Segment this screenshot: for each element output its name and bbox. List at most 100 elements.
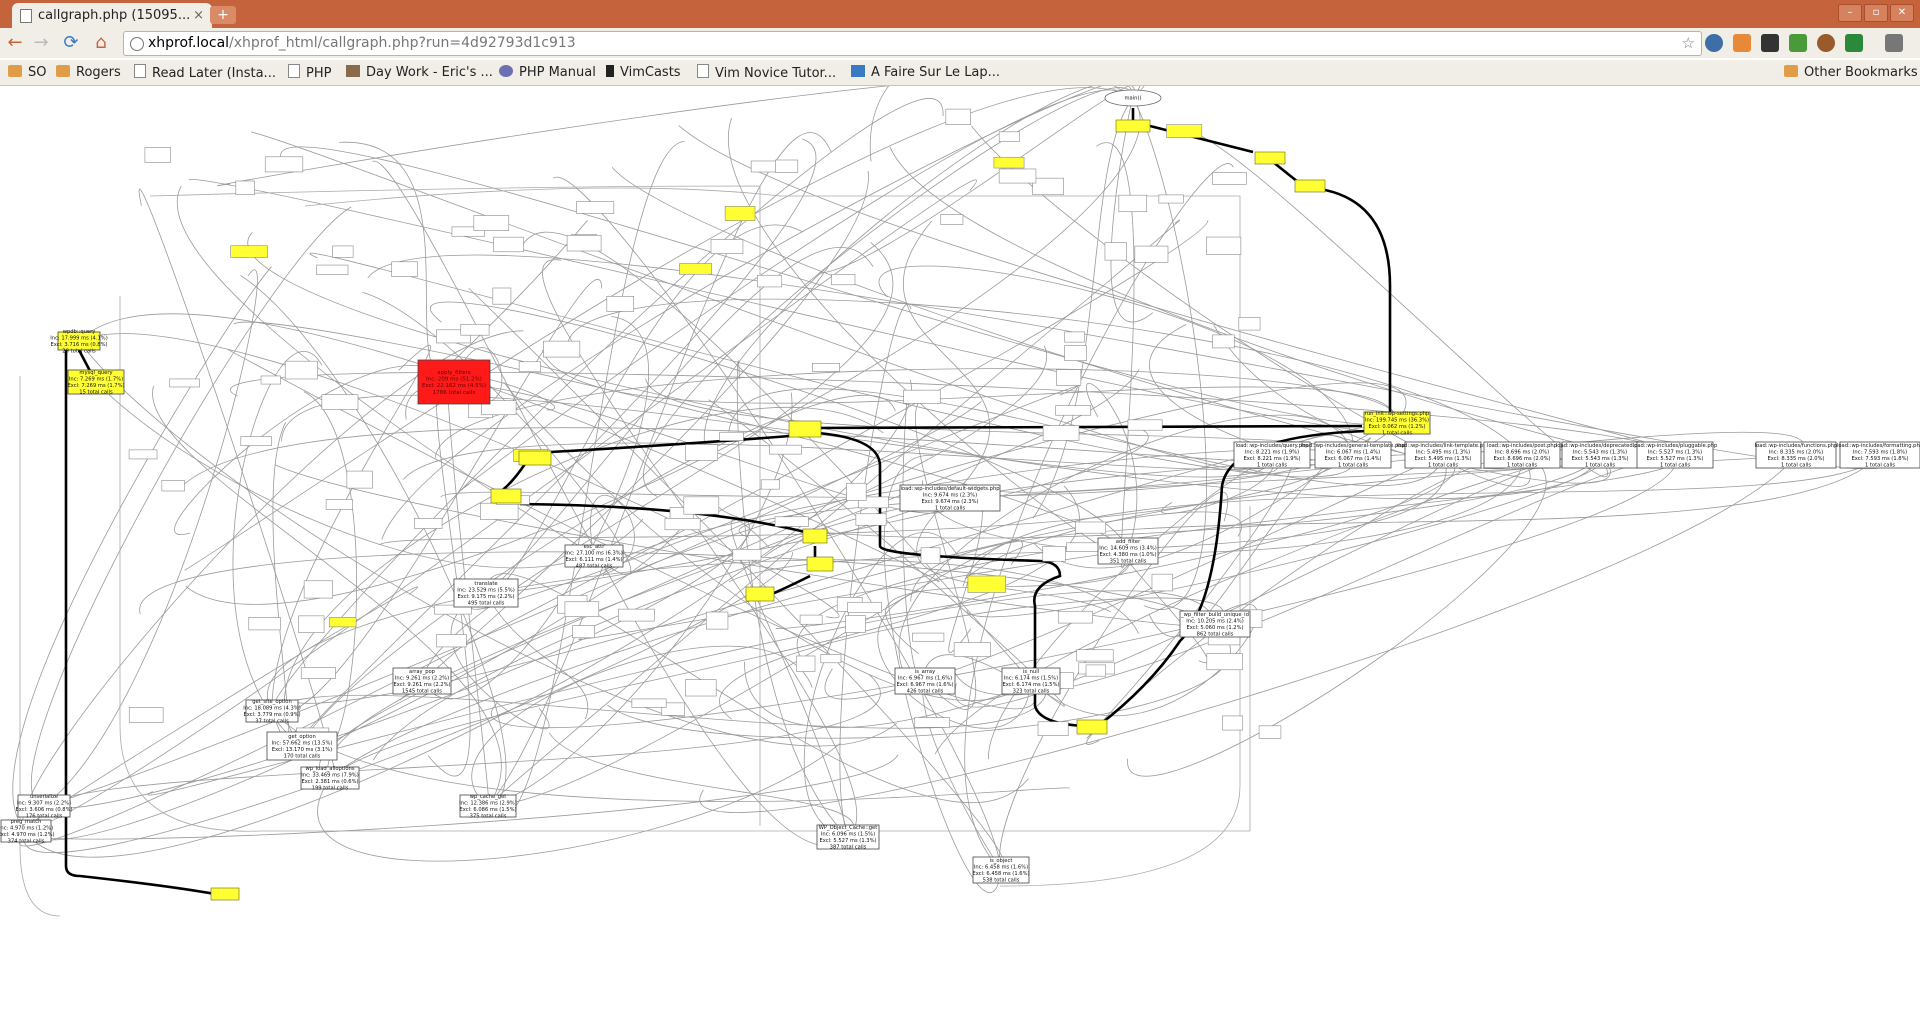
callgraph-minor-node — [998, 131, 1020, 142]
callgraph-minor-node — [1134, 245, 1169, 263]
callgraph-minor-node — [493, 236, 524, 253]
callgraph-minor-node — [940, 214, 964, 225]
callgraph-node-obj_cache_get[interactable]: WP_Object_Cache::getInc: 6.096 ms (1.5%)… — [816, 824, 880, 850]
node-label: preg_match — [11, 819, 42, 825]
callgraph-node-load_plug[interactable]: load::wp-includes/pluggable.phpInc: 5.52… — [1633, 441, 1718, 469]
tab-title: callgraph.php (15095... — [38, 8, 191, 23]
home-icon[interactable]: ⌂ — [90, 32, 112, 54]
callgraph-minor-node — [679, 263, 713, 275]
back-icon[interactable]: ← — [4, 32, 26, 54]
node-label: run_init::wp-settings.php — [1365, 411, 1430, 417]
node-label: 1 total calls — [1865, 462, 1895, 468]
callgraph-node-wp_filter_unique[interactable]: _wp_filter_build_unique_idInc: 10.205 ms… — [1179, 610, 1251, 638]
bookmark-vim-novice[interactable]: Vim Novice Tutor... — [697, 64, 836, 81]
bookmark-read-later[interactable]: Read Later (Insta... — [134, 64, 276, 81]
callgraph-minor-node — [128, 707, 164, 723]
new-tab-button[interactable]: + — [210, 6, 236, 24]
callgraph-minor-node — [685, 679, 717, 697]
callgraph-edge — [317, 742, 841, 862]
callgraph-node-get_option[interactable]: get_optionInc: 57.662 ms (13.5%)Excl: 13… — [266, 731, 338, 761]
minimize-button[interactable]: – — [1838, 4, 1862, 22]
node-label: unserialize — [30, 794, 58, 800]
extension-badge-icon[interactable] — [1845, 34, 1863, 52]
node-label: Inc: 8.221 ms (1.9%) — [1245, 450, 1299, 456]
node-label: 862 total calls — [1197, 631, 1234, 637]
bookmark-php[interactable]: PHP — [288, 64, 331, 81]
extension-ball-icon[interactable] — [1817, 34, 1835, 52]
node-label: Inc: 9.307 ms (2.2%) — [17, 801, 71, 807]
callgraph-node-load_post_tpl[interactable]: load::wp-includes/link-template.phpInc: … — [1396, 441, 1490, 469]
bookmark-day-work[interactable]: Day Work - Eric's ... — [346, 64, 493, 81]
node-label: Excl: 6.067 ms (1.4%) — [1324, 456, 1381, 462]
callgraph-node-translate[interactable]: translateInc: 23.529 ms (5.5%)Excl: 9.17… — [453, 578, 519, 608]
page-icon — [697, 64, 709, 78]
node-label: Excl: 4.970 ms (1.2%) — [0, 832, 55, 838]
hot-path-node — [1076, 719, 1108, 735]
callgraph-minor-node — [664, 518, 701, 531]
callgraph-node-get_site_option[interactable]: get_site_optionInc: 18.089 ms (4.3%)Excl… — [243, 699, 301, 724]
node-label: load::wp-includes/default-widgets.php — [900, 486, 1000, 492]
callgraph-node-load_formatting[interactable]: load::wp-includes/formatting.phpInc: 7.5… — [1837, 441, 1920, 469]
callgraph-node-load_depr[interactable]: load::wp-includes/deprecated.phpInc: 5.5… — [1556, 441, 1645, 469]
callgraph-node-load_widgets[interactable]: load::wp-includes/default-widgets.phpInc… — [899, 484, 1001, 512]
node-label: get_option — [288, 734, 316, 740]
callgraph-node-load_query[interactable]: load::wp-includes/query.phpInc: 8.221 ms… — [1233, 441, 1311, 469]
callgraph-node-wpdb_query[interactable]: wpdb::queryInc: 17.999 ms (4.1%)Excl: 3.… — [50, 329, 108, 354]
callgraph-node-is_object[interactable]: is_objectInc: 6.458 ms (1.6%)Excl: 6.458… — [972, 856, 1030, 884]
callgraph-edge — [548, 732, 855, 838]
callgraph-node-esc_attr[interactable]: esc_attrInc: 27.100 ms (6.3%)Excl: 6.111… — [564, 544, 624, 569]
forward-icon[interactable]: → — [30, 32, 52, 54]
callgraph-edge — [149, 185, 761, 826]
tab-callgraph[interactable]: callgraph.php (15095... × — [12, 3, 212, 28]
callgraph-node-in_null[interactable]: is_nullInc: 6.174 ms (1.5%)Excl: 6.174 m… — [1001, 667, 1061, 695]
extension-evernote-icon[interactable] — [1789, 34, 1807, 52]
wrench-icon[interactable] — [1885, 34, 1903, 52]
node-label: Excl: 6.111 ms (1.4%) — [565, 557, 622, 563]
reload-icon[interactable]: ⟳ — [60, 32, 82, 54]
bookmark-vimcasts[interactable]: VimCasts — [606, 64, 681, 81]
callgraph-minor-node — [169, 378, 200, 388]
maximize-button[interactable]: ▫ — [1864, 4, 1888, 22]
bookmark-so[interactable]: SO — [8, 64, 46, 81]
tab-close-icon[interactable]: × — [193, 3, 204, 28]
callgraph-node-run_init[interactable]: run_init::wp-settings.phpInc: 199.745 ms… — [1363, 411, 1431, 436]
callgraph-node-main[interactable]: main() — [1104, 89, 1162, 107]
extension-rss-icon[interactable] — [1733, 34, 1751, 52]
bookmark-star-icon[interactable]: ☆ — [1682, 32, 1695, 55]
url-path: /xhprof_html/callgraph.php?run=4d92793d1… — [229, 35, 576, 51]
callgraph-minor-node — [855, 513, 887, 526]
node-label: Excl: 2.381 ms (0.6%) — [301, 779, 358, 785]
node-label: 1 total calls — [1507, 462, 1537, 468]
trello-icon — [851, 65, 865, 77]
node-label: Excl: 7.593 ms (1.8%) — [1851, 456, 1908, 462]
callgraph-minor-node — [566, 235, 602, 252]
extension-globe-icon[interactable] — [1705, 34, 1723, 52]
callgraph-node-load_template[interactable]: load::wp-includes/general-template.phpIn… — [1301, 441, 1406, 469]
callgraph-node-apply_filters[interactable]: apply_filtersInc: 209 ms (51.2%)Excl: 22… — [417, 359, 491, 405]
callgraph-edge — [630, 382, 1407, 575]
callgraph-node-wp_cache_get[interactable]: wp_cache_getInc: 12.386 ms (2.9%)Excl: 6… — [459, 794, 517, 819]
callgraph-node-load_functions[interactable]: load::wp-includes/functions.phpInc: 8.33… — [1755, 441, 1838, 469]
callgraph-node-mysql_query[interactable]: mysql_queryInc: 7.269 ms (1.7%)Excl: 7.2… — [67, 369, 125, 395]
hot-path-node — [788, 420, 822, 438]
callgraph-node-array_pop[interactable]: array_popInc: 9.261 ms (2.2%)Excl: 9.261… — [392, 667, 452, 695]
bookmark-a-faire[interactable]: A Faire Sur Le Lap... — [851, 64, 1000, 81]
callgraph-node-add_filter[interactable]: add_filterInc: 14.609 ms (3.4%)Excl: 4.3… — [1097, 537, 1159, 565]
node-label: 538 total calls — [983, 877, 1020, 883]
address-bar[interactable]: xhprof.local/xhprof_html/callgraph.php?r… — [123, 31, 1702, 56]
close-window-button[interactable]: ✕ — [1890, 4, 1914, 22]
page-icon — [20, 9, 32, 23]
callgraph-minor-node — [1064, 331, 1085, 343]
other-bookmarks[interactable]: Other Bookmarks — [1784, 64, 1918, 81]
callgraph-minor-node — [831, 274, 856, 286]
bookmark-php-manual[interactable]: PHP Manual — [499, 64, 596, 81]
callgraph-node-preg_match[interactable]: preg_matchInc: 4.970 ms (1.2%)Excl: 4.97… — [0, 819, 55, 844]
node-label: is_object — [990, 858, 1013, 864]
callgraph-node-is_array[interactable]: is_arrayInc: 6.967 ms (1.6%)Excl: 6.967 … — [894, 667, 956, 695]
callgraph-node-load_post[interactable]: load::wp-includes/post.phpInc: 8.696 ms … — [1483, 441, 1561, 469]
hot-path-node — [1294, 179, 1326, 193]
callgraph-node-wp_load_alloptions[interactable]: wp_load_alloptionsInc: 33.469 ms (7.9%)E… — [300, 766, 360, 791]
callgraph-node-unserialize[interactable]: unserializeInc: 9.307 ms (2.2%)Excl: 3.6… — [15, 794, 72, 819]
extension-l-icon[interactable] — [1761, 34, 1779, 52]
bookmark-rogers[interactable]: Rogers — [56, 64, 121, 81]
